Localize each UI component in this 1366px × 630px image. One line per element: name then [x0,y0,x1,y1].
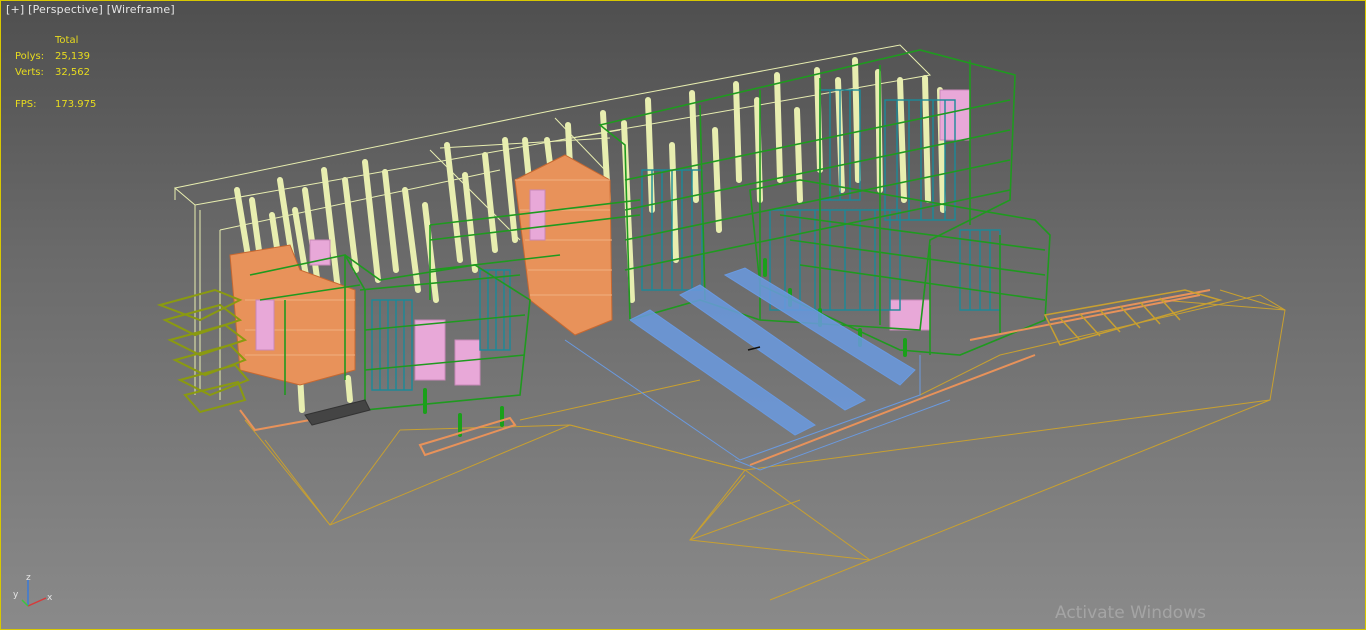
stats-header: Total [55,35,79,46]
axis-y-label: y [13,590,19,600]
blue-bands [564,267,951,471]
viewport-label: [+] [Perspective] [Wireframe] [6,3,175,16]
wireframe-scene[interactable] [0,0,1366,630]
polys-value: 25,139 [55,51,90,62]
activation-watermark: Activate Windows [1055,603,1206,623]
verts-label: Verts: [15,67,44,78]
polys-label: Polys: [15,51,45,62]
verts-value: 32,562 [55,67,90,78]
perspective-viewport[interactable]: [+] [Perspective] [Wireframe] Total Poly… [0,0,1366,630]
axis-x-label: x [47,593,53,603]
gold-ramp [1043,289,1223,346]
axis-tripod-icon: z x y [13,573,53,607]
axis-z-label: z [26,573,31,583]
gray-slab [304,399,371,426]
viewport-view-menu[interactable]: [Perspective] [28,3,103,16]
fps-value: 173.975 [55,99,97,110]
fps-label: FPS: [15,99,37,110]
viewport-plus-menu[interactable]: [+] [6,3,24,16]
viewport-shading-menu[interactable]: [Wireframe] [107,3,175,16]
scene-statistics: Total Polys: 25,139 Verts: 32,562 FPS: 1… [15,33,96,113]
